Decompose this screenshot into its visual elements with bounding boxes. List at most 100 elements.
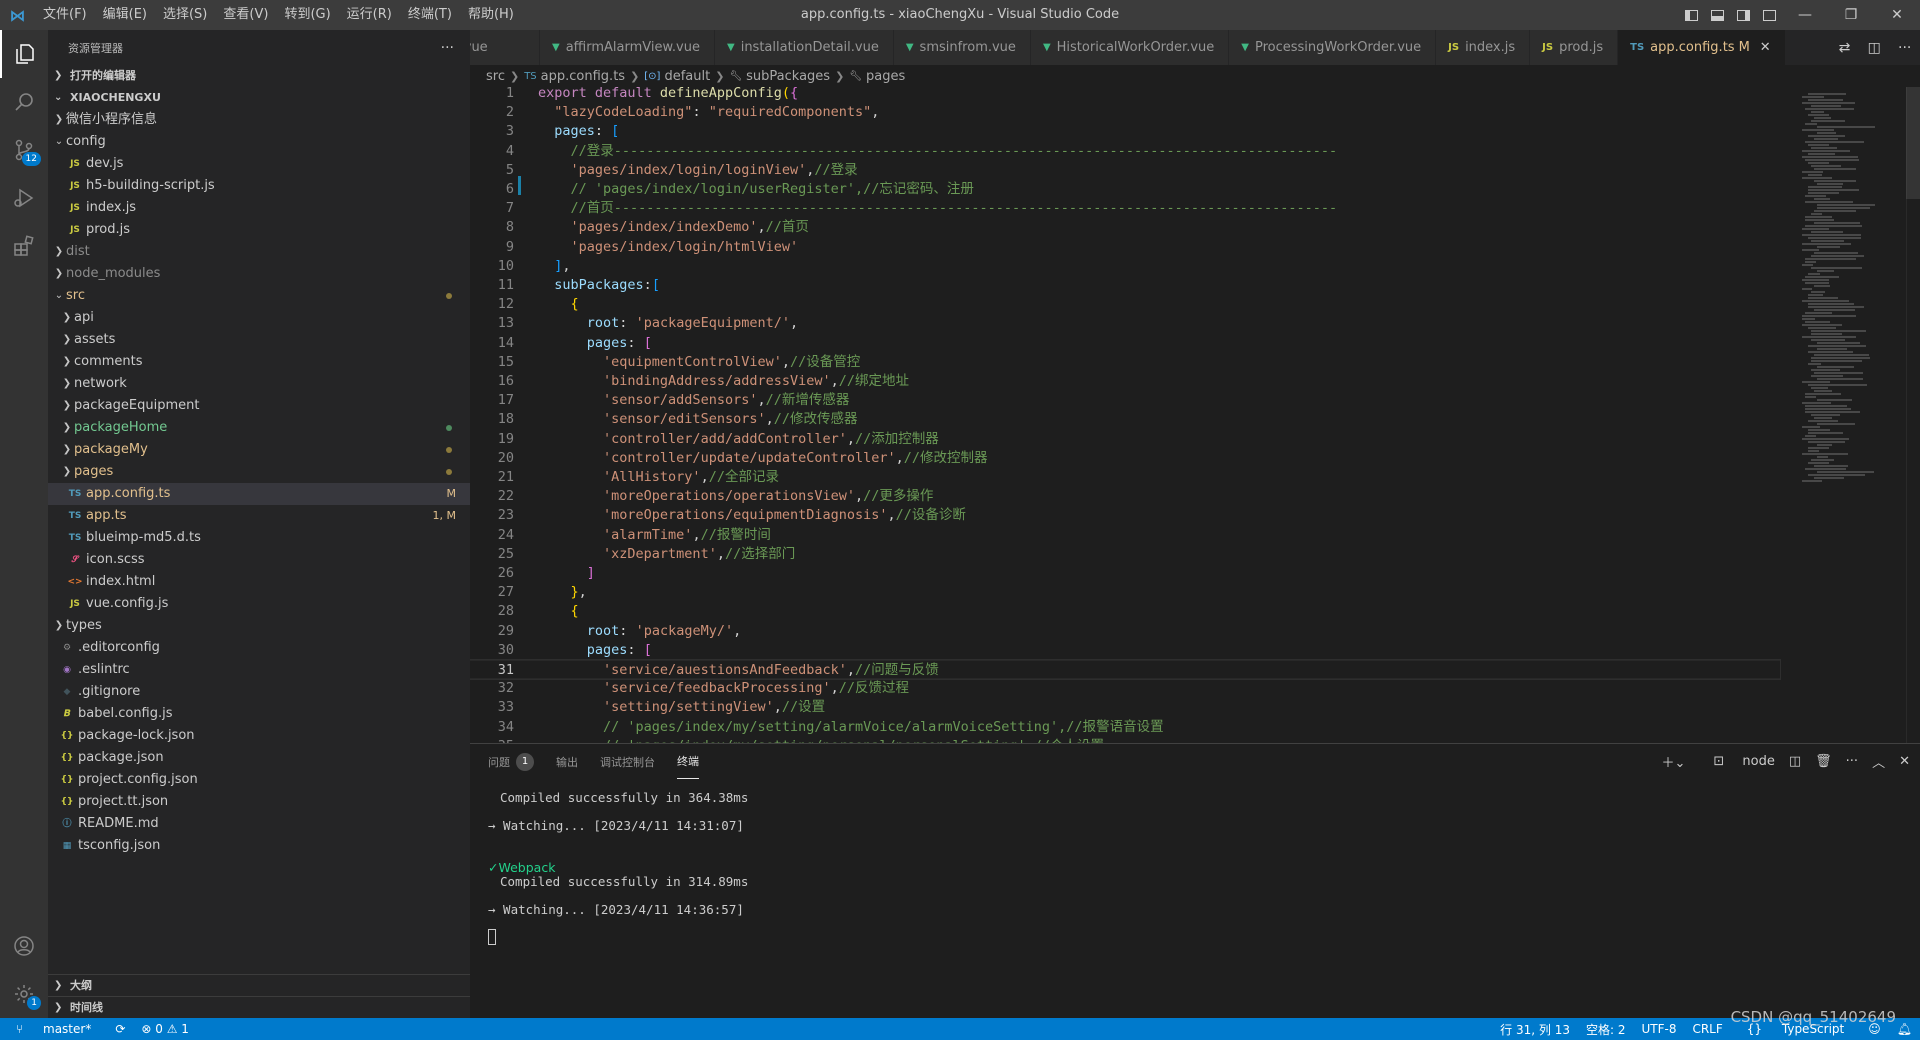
tree-folder[interactable]: ❯ types (48, 615, 470, 637)
code-line[interactable]: 13 root: 'packageEquipment/', (470, 314, 1780, 333)
code-line[interactable]: 23 'moreOperations/equipmentDiagnosis',/… (470, 506, 1780, 525)
editor-tab[interactable]: ▼ affirmAlarmView.vue (540, 30, 715, 65)
tree-file[interactable]: JS dev.js (48, 153, 470, 175)
encoding-button[interactable]: UTF-8 (1633, 1022, 1684, 1036)
tree-folder[interactable]: ❯ assets (48, 329, 470, 351)
explorer-icon[interactable] (0, 30, 48, 78)
project-section[interactable]: ⌄ XIAOCHENGXU (48, 87, 470, 109)
tree-file[interactable]: {} package.json (48, 747, 470, 769)
tree-file[interactable]: ◆ .gitignore (48, 681, 470, 703)
breadcrumb-pages[interactable]: pages (866, 69, 905, 84)
split-editor-icon[interactable]: ◫ (1868, 40, 1881, 56)
code-line[interactable]: 31 'service/auestionsAndFeedback',//问题与反… (470, 659, 1781, 680)
open-changes-icon[interactable]: ⇄ (1839, 40, 1851, 56)
tree-file[interactable]: <> index.html (48, 571, 470, 593)
tree-file[interactable]: ⚙ .editorconfig (48, 637, 470, 659)
code-line[interactable]: 34 // 'pages/index/my/setting/alarmVoice… (470, 718, 1780, 737)
search-icon[interactable] (0, 78, 48, 126)
code-line[interactable]: 10 ], (470, 257, 1780, 276)
extensions-icon[interactable] (0, 222, 48, 270)
menu-edit[interactable]: 编辑(E) (95, 0, 155, 30)
indentation-button[interactable]: 空格: 2 (1578, 1021, 1634, 1038)
tab-problems[interactable]: 问题 1 (488, 744, 534, 779)
breadcrumb-file[interactable]: app.config.ts (541, 69, 625, 84)
code-line[interactable]: 29 root: 'packageMy/', (470, 622, 1780, 641)
tree-file[interactable]: JS index.js (48, 197, 470, 219)
editor-tab[interactable]: TS app.config.ts M ✕ (1618, 30, 1786, 65)
code-line[interactable]: 25 'xzDepartment',//选择部门 (470, 545, 1780, 564)
tree-folder[interactable]: ❯ api (48, 307, 470, 329)
tree-folder[interactable]: ❯ packageHome (48, 417, 470, 439)
code-line[interactable]: 11 subPackages:[ (470, 276, 1780, 295)
source-control-icon[interactable]: 12 (0, 126, 48, 174)
menu-go[interactable]: 转到(G) (276, 0, 338, 30)
editor-tab[interactable]: ▼ smsinfrom.vue (893, 30, 1031, 65)
code-line[interactable]: 28 { (470, 602, 1780, 621)
code-line[interactable]: 24 'alarmTime',//报警时间 (470, 526, 1780, 545)
tree-folder[interactable]: ❯ 微信小程序信息 (48, 109, 470, 131)
code-line[interactable]: 18 'sensor/editSensors',//修改传感器 (470, 410, 1780, 429)
more-actions-icon[interactable]: ··· (1898, 40, 1911, 56)
code-line[interactable]: 5 'pages/index/login/loginView',//登录 (470, 161, 1780, 180)
code-line[interactable]: 7 //首页----------------------------------… (470, 199, 1780, 218)
tree-folder[interactable]: ⌄ config (48, 131, 470, 153)
code-line[interactable]: 16 'bindingAddress/addressView',//绑定地址 (470, 372, 1780, 391)
timeline-section[interactable]: ❯ 时间线 (48, 996, 470, 1018)
tree-file[interactable]: ⓘ README.md (48, 813, 470, 835)
code-editor[interactable]: 1 export default defineAppConfig({2 "lazy… (470, 87, 1920, 743)
code-line[interactable]: 27 }, (470, 583, 1780, 602)
menu-run[interactable]: 运行(R) (339, 0, 400, 30)
editor-tab[interactable]: ▼ installationDetail.vue (715, 30, 894, 65)
menu-terminal[interactable]: 终端(T) (400, 0, 460, 30)
open-editors-section[interactable]: ❯ 打开的编辑器 (48, 65, 470, 87)
sync-button[interactable]: ⟳ (107, 1022, 133, 1036)
maximize-panel-icon[interactable]: ︿ (1872, 752, 1885, 771)
tab-debug-console[interactable]: 调试控制台 (600, 744, 655, 779)
tree-file[interactable]: {} project.config.json (48, 769, 470, 791)
more-actions-icon[interactable]: ··· (1846, 754, 1858, 769)
code-line[interactable]: 6 // 'pages/index/login/userRegister',//… (470, 180, 1780, 199)
kill-terminal-icon[interactable]: 🗑︎ (1815, 754, 1832, 769)
notifications-bell-icon[interactable]: 🔔︎ (1889, 1022, 1920, 1036)
tree-file[interactable]: JS h5-building-script.js (48, 175, 470, 197)
terminal-select[interactable]: ⊡ node (1699, 754, 1774, 769)
editor-tab[interactable]: JS index.js (1436, 30, 1531, 65)
tree-file[interactable]: TS blueimp-md5.d.ts (48, 527, 470, 549)
code-line[interactable]: 30 pages: [ (470, 641, 1780, 660)
editor-tab[interactable]: ▼ ProcessingWorkOrder.vue (1229, 30, 1437, 65)
tab-close-icon[interactable]: ✕ (1760, 40, 1771, 55)
restore-button[interactable]: ❐ (1828, 0, 1874, 30)
breadcrumb-subpackages[interactable]: subPackages (746, 69, 830, 84)
tree-folder[interactable]: ❯ node_modules (48, 263, 470, 285)
tree-file[interactable]: JS prod.js (48, 219, 470, 241)
menu-view[interactable]: 查看(V) (215, 0, 276, 30)
tree-folder[interactable]: ❯ pages (48, 461, 470, 483)
toggle-panel-icon[interactable] (1704, 0, 1730, 30)
tree-folder[interactable]: ❯ network (48, 373, 470, 395)
tree-file[interactable]: TS app.config.ts M (48, 483, 470, 505)
tab-output[interactable]: 输出 (556, 744, 578, 779)
tree-file[interactable]: TS app.ts 1, M (48, 505, 470, 527)
breadcrumb-default[interactable]: default (664, 69, 710, 84)
menu-selection[interactable]: 选择(S) (155, 0, 215, 30)
tree-file[interactable]: ◉ .eslintrc (48, 659, 470, 681)
language-mode-button[interactable]: {} TypeScript (1731, 1022, 1860, 1036)
feedback-icon[interactable]: ☺ (1860, 1022, 1889, 1036)
explorer-more-icon[interactable]: ··· (441, 40, 454, 56)
code-line[interactable]: 17 'sensor/addSensors',//新增传感器 (470, 391, 1780, 410)
code-line[interactable]: 22 'moreOperations/operationsView',//更多操… (470, 487, 1780, 506)
split-terminal-icon[interactable]: ◫ (1789, 754, 1801, 769)
eol-button[interactable]: CRLF (1684, 1022, 1730, 1036)
tree-folder[interactable]: ❯ dist (48, 241, 470, 263)
code-line[interactable]: 20 'controller/update/updateController',… (470, 449, 1780, 468)
code-line[interactable]: 15 'equipmentControlView',//设备管控 (470, 353, 1780, 372)
code-line[interactable]: 1 export default defineAppConfig({ (470, 87, 1780, 103)
code-line[interactable]: 21 'AllHistory',//全部记录 (470, 468, 1780, 487)
code-line[interactable]: 4 //登录----------------------------------… (470, 142, 1780, 161)
editor-scrollbar[interactable] (1906, 87, 1920, 743)
code-line[interactable]: 3 pages: [ (470, 122, 1780, 141)
toggle-secondary-sidebar-icon[interactable] (1730, 0, 1756, 30)
problems-status-button[interactable]: ⊗ 0 ⚠ 1 (133, 1022, 197, 1036)
code-line[interactable]: 19 'controller/add/addController',//添加控制… (470, 430, 1780, 449)
tree-file[interactable]: {} package-lock.json (48, 725, 470, 747)
